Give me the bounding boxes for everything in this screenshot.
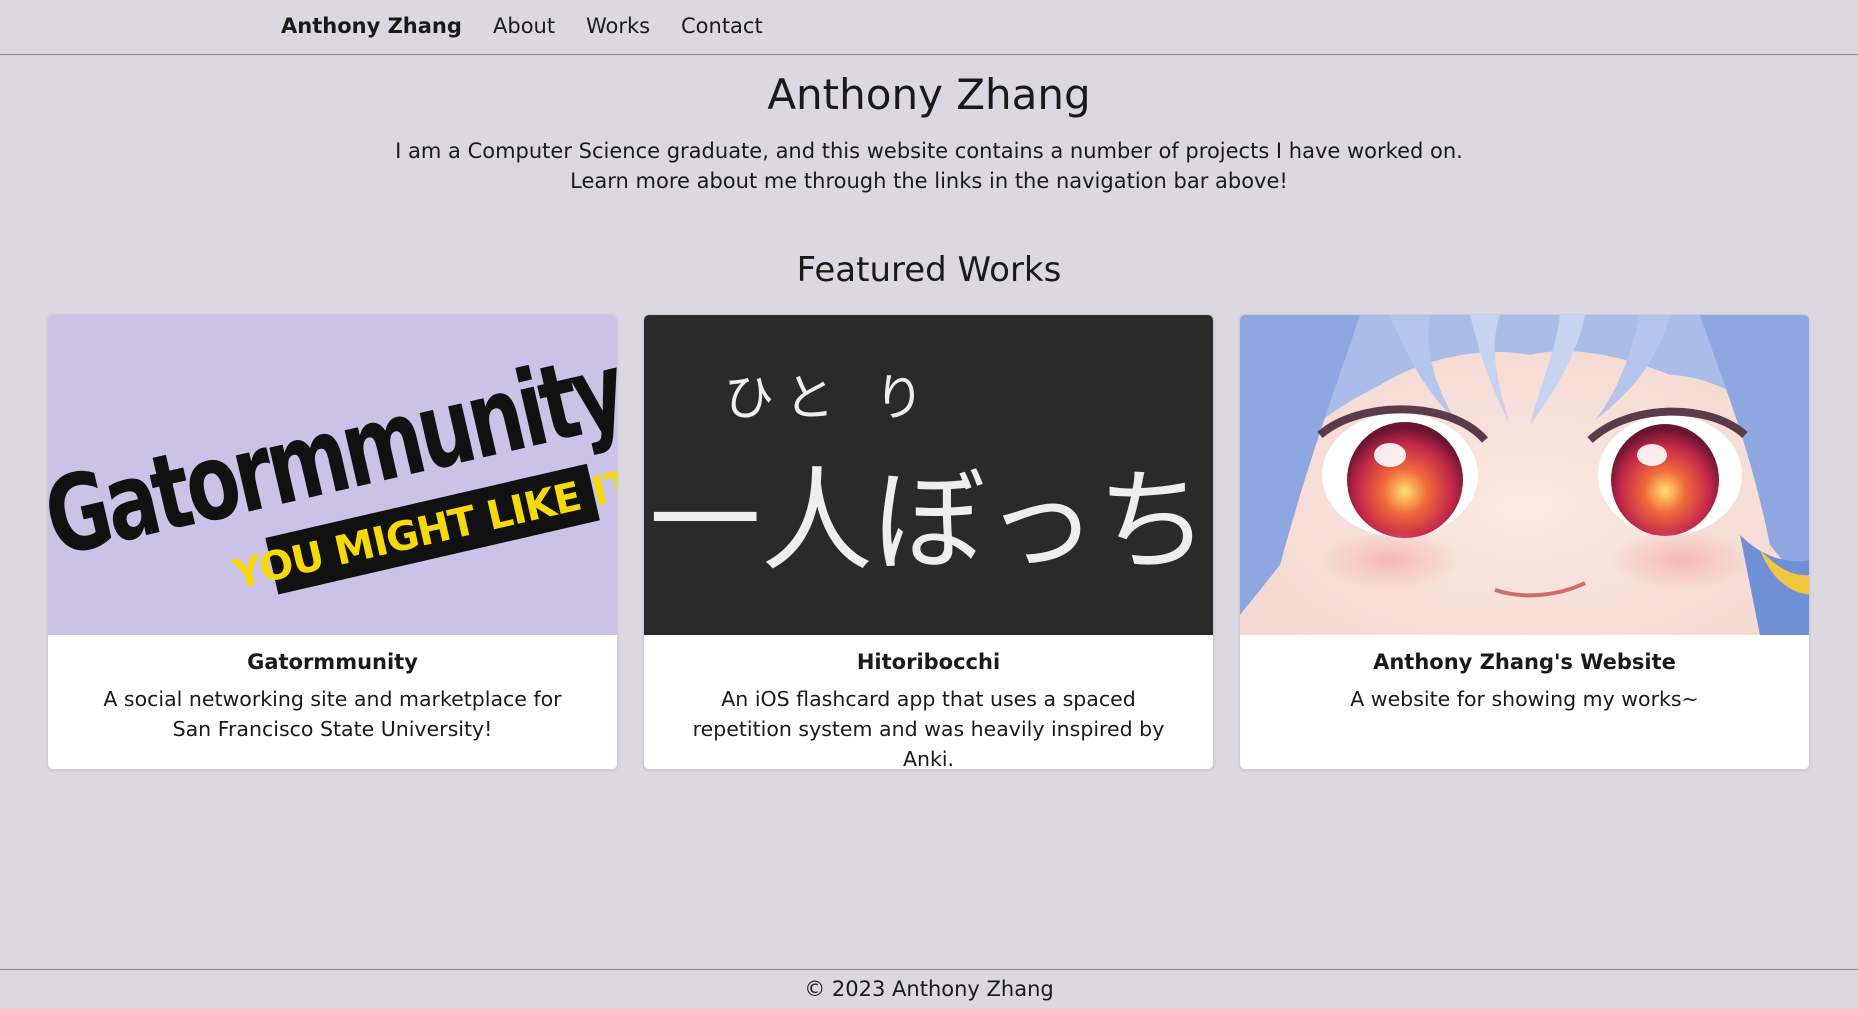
work-card-website[interactable]: Anthony Zhang's Website A website for sh…	[1239, 314, 1810, 770]
card-title: Anthony Zhang's Website	[1373, 650, 1676, 674]
nav-link-works[interactable]: Works	[586, 14, 650, 38]
nav-link-about[interactable]: About	[493, 14, 555, 38]
card-description: An iOS flashcard app that uses a spaced …	[692, 687, 1165, 770]
card-title: Gatormmunity	[247, 650, 418, 674]
copyright-text: © 2023 Anthony Zhang	[804, 977, 1054, 1001]
featured-works-heading: Featured Works	[796, 250, 1062, 290]
brand-link[interactable]: Anthony Zhang	[281, 14, 462, 38]
work-card-gatormmunity[interactable]: Gatormmunity YOU MIGHT LIKE IT Gatormmun…	[47, 314, 618, 770]
card-description: A website for showing my works~	[1350, 687, 1699, 711]
hitoribocchi-ruby-text: ひと り	[724, 369, 936, 427]
hitoribocchi-thumbnail[interactable]: ひと り 一人ぼっち	[644, 315, 1213, 635]
intro-line-2: Learn more about me through the links in…	[570, 169, 1288, 193]
card-title: Hitoribocchi	[856, 650, 1001, 674]
nav-link-contact[interactable]: Contact	[681, 14, 763, 38]
gatormmunity-thumbnail[interactable]: Gatormmunity YOU MIGHT LIKE IT	[48, 315, 617, 635]
footer: © 2023 Anthony Zhang	[0, 969, 1858, 1009]
hitoribocchi-logo-text: 一人ぼっち	[649, 457, 1209, 587]
card-description: A social networking site and marketplace…	[103, 687, 562, 741]
anime-girl-thumbnail[interactable]	[1240, 315, 1809, 635]
work-card-hitoribocchi[interactable]: ひと り 一人ぼっち Hitoribocchi An iOS flashcard…	[643, 314, 1214, 770]
intro-line-1: I am a Computer Science graduate, and th…	[395, 139, 1463, 163]
page-title: Anthony Zhang	[767, 70, 1091, 119]
navbar: Anthony Zhang About Works Contact	[0, 0, 1858, 55]
